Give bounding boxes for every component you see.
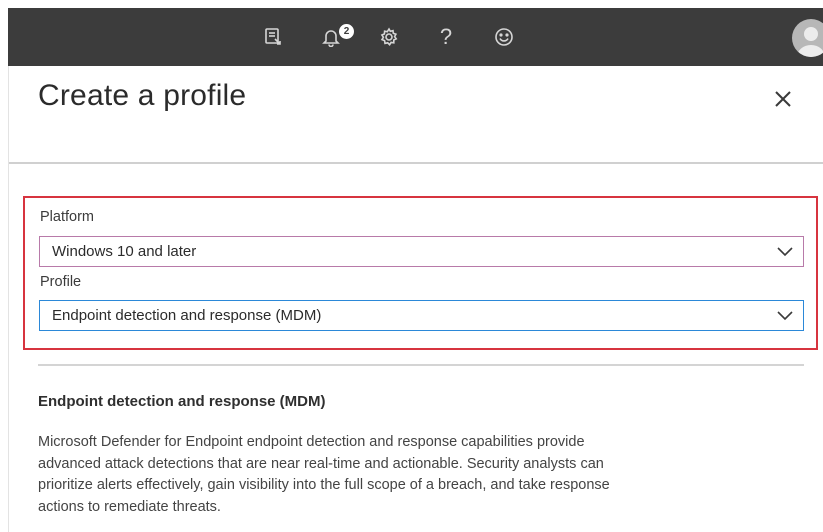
panel-left-border [8,66,9,532]
help-icon[interactable]: ? [434,24,458,49]
profile-selected-value: Endpoint detection and response (MDM) [52,307,322,324]
profile-details-heading: Endpoint detection and response (MDM) [38,393,326,410]
chevron-down-icon [777,247,793,257]
user-avatar-icon[interactable] [792,19,823,57]
page-title: Create a profile [38,79,247,112]
description-line: prioritize alerts effectively, gain visi… [38,477,610,493]
feedback-icon[interactable] [261,25,285,49]
platform-label: Platform [40,209,94,225]
smiley-icon[interactable] [492,25,516,49]
top-toolbar: 2 ? [8,8,823,66]
details-divider [38,364,804,366]
create-profile-screen: 2 ? Create a profile Platform Windows 10… [0,0,823,532]
profile-dropdown[interactable]: Endpoint detection and response (MDM) [39,300,804,331]
description-line: advanced attack detections that are near… [38,455,604,472]
close-icon[interactable] [772,88,794,110]
notification-count-badge: 2 [339,24,354,39]
profile-label: Profile [40,274,82,290]
platform-dropdown[interactable]: Windows 10 and later [39,236,804,267]
profile-description: Microsoft Defender for Endpoint endpoint… [38,432,798,518]
description-line: actions to remediate threats. [38,498,221,515]
description-line: Microsoft Defender for Endpoint endpoint… [38,434,585,450]
header-divider [9,162,823,164]
chevron-down-icon [777,311,793,321]
platform-selected-value: Windows 10 and later [52,243,197,260]
settings-gear-icon[interactable] [377,25,401,49]
